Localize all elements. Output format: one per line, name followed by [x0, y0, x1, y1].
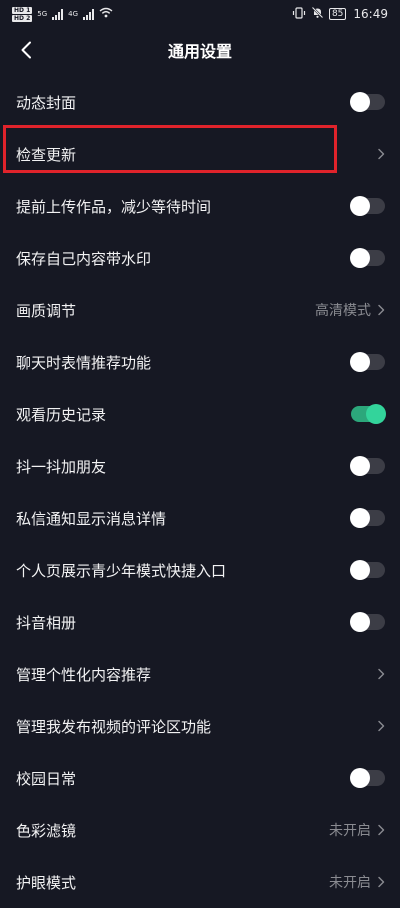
- settings-row[interactable]: 观看历史记录: [0, 388, 400, 440]
- settings-row[interactable]: 管理个性化内容推荐: [0, 648, 400, 700]
- settings-row[interactable]: 护眼模式 未开启: [0, 856, 400, 908]
- settings-row-label: 护眼模式: [16, 873, 77, 892]
- signal-2-icon: [83, 8, 95, 20]
- settings-row-label: 抖一抖加朋友: [16, 457, 107, 476]
- sim2-badge: HD 2: [12, 14, 33, 22]
- settings-row[interactable]: 检查更新: [0, 128, 400, 180]
- settings-row-control: [377, 720, 385, 732]
- settings-row[interactable]: 管理我发布视频的评论区功能: [0, 700, 400, 752]
- toggle-switch[interactable]: [350, 92, 385, 112]
- page-title: 通用设置: [167, 42, 232, 61]
- chevron-left-icon: [21, 41, 31, 59]
- toggle-switch[interactable]: [350, 456, 385, 476]
- settings-row[interactable]: 抖音相册: [0, 596, 400, 648]
- sim1-badge: HD 1: [12, 6, 33, 14]
- settings-row-label: 色彩滤镜: [16, 821, 77, 840]
- toggle-switch[interactable]: [350, 196, 385, 216]
- status-right: 85 16:49: [292, 6, 388, 22]
- chevron-right-icon: [377, 824, 385, 836]
- header: 通用设置: [0, 28, 400, 72]
- mute-bell-icon: [311, 6, 324, 22]
- settings-row[interactable]: 提前上传作品，减少等待时间: [0, 180, 400, 232]
- toggle-knob: [350, 352, 370, 372]
- settings-row-label: 个人页展示青少年模式快捷入口: [16, 561, 227, 580]
- toggle-knob: [350, 560, 370, 580]
- settings-row-control: [350, 560, 385, 580]
- settings-row[interactable]: 个人页展示青少年模式快捷入口: [0, 544, 400, 596]
- toggle-knob: [350, 92, 370, 112]
- chevron-right-icon: [377, 668, 385, 680]
- chevron-right-icon: [377, 148, 385, 160]
- settings-row-control: [350, 508, 385, 528]
- toggle-switch[interactable]: [350, 248, 385, 268]
- network-type-1: 5G: [37, 9, 48, 18]
- settings-row-control: [350, 352, 385, 372]
- settings-row-control: [350, 248, 385, 268]
- settings-row-label: 检查更新: [16, 145, 77, 164]
- toggle-switch[interactable]: [350, 508, 385, 528]
- settings-row[interactable]: 私信通知显示消息详情: [0, 492, 400, 544]
- settings-row[interactable]: 动态封面: [0, 76, 400, 128]
- settings-row[interactable]: 保存自己内容带水印: [0, 232, 400, 284]
- settings-row-control: [351, 404, 386, 424]
- chevron-right-icon: [377, 304, 385, 316]
- settings-row-control: [377, 668, 385, 680]
- settings-row-control: 未开启: [329, 820, 385, 840]
- settings-row-control: [350, 456, 385, 476]
- settings-row-control: [350, 92, 385, 112]
- settings-row-label: 保存自己内容带水印: [16, 249, 152, 268]
- settings-row-label: 私信通知显示消息详情: [16, 509, 167, 528]
- settings-row-value: 高清模式: [315, 303, 371, 319]
- toggle-knob: [350, 248, 370, 268]
- settings-row-value: 未开启: [329, 875, 371, 891]
- toggle-switch[interactable]: [350, 560, 385, 580]
- settings-row[interactable]: 校园日常: [0, 752, 400, 804]
- chevron-right-icon: [377, 876, 385, 888]
- settings-row-value: 未开启: [329, 823, 371, 839]
- toggle-knob: [350, 612, 370, 632]
- settings-row[interactable]: 画质调节 高清模式: [0, 284, 400, 336]
- vibrate-icon: [292, 6, 306, 22]
- clock: 16:49: [353, 7, 388, 21]
- settings-row-label: 动态封面: [16, 93, 77, 112]
- toggle-knob: [366, 404, 386, 424]
- battery-level: 85: [328, 8, 347, 20]
- settings-row[interactable]: 色彩滤镜 未开启: [0, 804, 400, 856]
- settings-row-label: 抖音相册: [16, 613, 77, 632]
- settings-row-label: 提前上传作品，减少等待时间: [16, 197, 212, 216]
- sim-badges: HD 1 HD 2: [12, 6, 33, 22]
- settings-row-control: [350, 768, 385, 788]
- settings-row-label: 管理个性化内容推荐: [16, 665, 152, 684]
- settings-row-control: [377, 148, 385, 160]
- toggle-knob: [350, 196, 370, 216]
- signal-1-icon: [52, 8, 64, 20]
- toggle-switch[interactable]: [350, 768, 385, 788]
- settings-row-control: [350, 196, 385, 216]
- toggle-switch[interactable]: [351, 404, 386, 424]
- wifi-icon: [99, 7, 113, 21]
- settings-row-label: 管理我发布视频的评论区功能: [16, 717, 212, 736]
- network-type-2: 4G: [68, 9, 79, 18]
- settings-row[interactable]: 抖一抖加朋友: [0, 440, 400, 492]
- settings-list: 动态封面检查更新提前上传作品，减少等待时间 保存自己内容带水印 画质调节 高清模式聊天…: [0, 76, 400, 908]
- status-left: HD 1 HD 2 5G 4G: [12, 6, 113, 22]
- chevron-right-icon: [377, 720, 385, 732]
- toggle-knob: [350, 768, 370, 788]
- back-button[interactable]: [12, 34, 40, 66]
- settings-row-control: [350, 612, 385, 632]
- settings-row-label: 聊天时表情推荐功能: [16, 353, 152, 372]
- toggle-knob: [350, 508, 370, 528]
- toggle-switch[interactable]: [350, 352, 385, 372]
- toggle-switch[interactable]: [350, 612, 385, 632]
- toggle-knob: [350, 456, 370, 476]
- settings-row-label: 校园日常: [16, 769, 77, 788]
- settings-row-control: 未开启: [329, 872, 385, 892]
- settings-row-control: 高清模式: [315, 300, 385, 320]
- status-bar: HD 1 HD 2 5G 4G 85 16:49: [0, 0, 400, 28]
- settings-row-label: 观看历史记录: [16, 405, 107, 424]
- settings-row-label: 画质调节: [16, 301, 77, 320]
- settings-row[interactable]: 聊天时表情推荐功能: [0, 336, 400, 388]
